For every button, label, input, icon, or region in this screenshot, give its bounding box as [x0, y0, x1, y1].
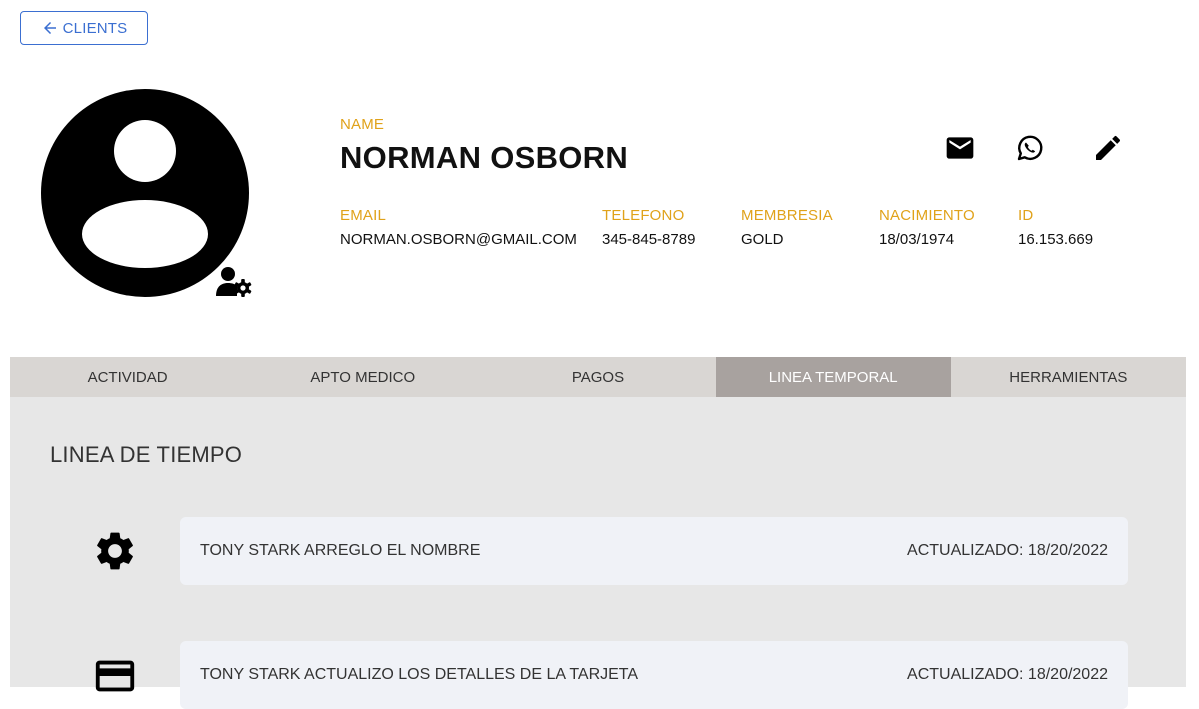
id-value: 16.153.669 — [1018, 231, 1094, 248]
whatsapp-icon[interactable] — [1014, 132, 1046, 164]
birthdate-value: 18/03/1974 — [879, 231, 955, 248]
timeline-title: LINEA DE TIEMPO — [50, 442, 243, 467]
gear-icon — [97, 532, 133, 570]
email-label: EMAIL — [340, 207, 387, 224]
membership-field: MEMBRESIA GOLD — [741, 207, 833, 248]
back-to-clients-button[interactable]: CLIENTS — [20, 11, 148, 45]
timeline-panel: LINEA DE TIEMPO TONY STARK ARREGLO EL NO… — [10, 397, 1186, 709]
birthdate-label: NACIMIENTO — [879, 207, 975, 224]
membership-label: MEMBRESIA — [741, 207, 833, 224]
email-value: NORMAN.OSBORN@GMAIL.COM — [340, 231, 577, 248]
phone-value: 345-845-8789 — [602, 231, 696, 248]
tab-pagos[interactable]: PAGOS — [480, 357, 715, 397]
timeline-event-text: TONY STARK ACTUALIZO LOS DETALLES DE LA … — [200, 666, 639, 683]
client-name: NORMAN OSBORN — [340, 140, 629, 175]
timeline-event-text: TONY STARK ARREGLO EL NOMBRE — [200, 542, 481, 559]
manage-account-icon[interactable] — [216, 266, 254, 298]
back-button-label: CLIENTS — [62, 19, 128, 37]
edit-icon[interactable] — [1092, 132, 1124, 164]
membership-value: GOLD — [741, 231, 784, 248]
id-field: ID 16.153.669 — [1018, 207, 1093, 248]
birthdate-field: NACIMIENTO 18/03/1974 — [879, 207, 975, 248]
phone-field: TELEFONO 345-845-8789 — [602, 207, 695, 248]
arrow-left-icon — [43, 22, 56, 34]
tab-linea-temporal[interactable]: LINEA TEMPORAL — [715, 357, 951, 397]
timeline-event-date: ACTUALIZADO: 18/20/2022 — [907, 666, 1108, 683]
timeline-event-date: ACTUALIZADO: 18/20/2022 — [907, 542, 1108, 559]
tab-bar: ACTIVIDAD APTO MEDICO PAGOS LINEA TEMPOR… — [10, 357, 1186, 397]
phone-label: TELEFONO — [602, 207, 685, 224]
name-label: NAME — [340, 116, 385, 133]
email-field: EMAIL NORMAN.OSBORN@GMAIL.COM — [340, 207, 577, 248]
timeline-event: TONY STARK ARREGLO EL NOMBRE ACTUALIZADO… — [180, 517, 1128, 585]
credit-card-icon — [95, 660, 135, 692]
timeline-event: TONY STARK ACTUALIZO LOS DETALLES DE LA … — [180, 641, 1128, 709]
email-icon[interactable] — [944, 132, 976, 164]
tab-apto-medico[interactable]: APTO MEDICO — [245, 357, 480, 397]
tab-herramientas[interactable]: HERRAMIENTAS — [951, 357, 1186, 397]
tab-actividad[interactable]: ACTIVIDAD — [10, 357, 245, 397]
id-label: ID — [1018, 207, 1034, 224]
